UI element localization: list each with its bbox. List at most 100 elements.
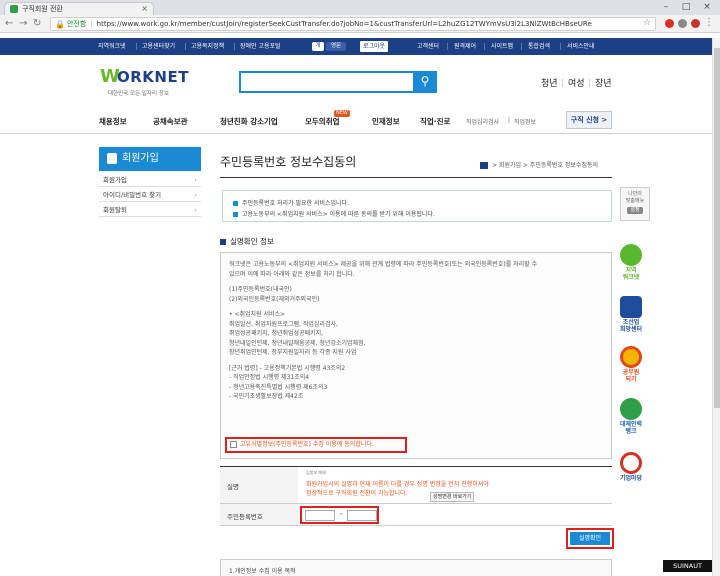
breadcrumb: > 회원가입 > 주민등록번호 정보수집동의: [480, 160, 598, 169]
ssn-label: 주민등록번호: [220, 504, 298, 525]
banner-regional-worknet[interactable]: 지역 워크넷: [616, 244, 646, 281]
ssn-back-input[interactable]: [347, 510, 377, 521]
logout-button[interactable]: 로그아웃: [360, 41, 389, 52]
util-link[interactable]: 통합검색: [528, 38, 550, 55]
url-field[interactable]: 🔒 안전함 | https://www.work.go.kr/member/cu…: [50, 17, 656, 31]
banner-bizinfo[interactable]: 기업마당: [616, 452, 646, 482]
nav-item[interactable]: 인재정보: [372, 116, 400, 127]
util-link[interactable]: 사이트맵: [491, 38, 513, 55]
banner-shipbuilding[interactable]: 조선업 희망센터: [616, 296, 646, 333]
settings-button[interactable]: 설정: [627, 207, 643, 214]
sidebar-item[interactable]: 아이디/비밀번호 찾기 ›: [99, 188, 201, 202]
agree-label: 고유식별정보(주민등록번호) 수집 이용에 동의합니다.: [240, 441, 374, 448]
regional-worknet-icon: [620, 244, 642, 266]
name-label: 실명: [220, 467, 298, 503]
segment-link[interactable]: 여성: [568, 76, 585, 89]
title-divider: [220, 177, 612, 178]
nav-item[interactable]: 공채속보관: [153, 116, 188, 127]
url-divider: |: [90, 20, 93, 28]
forward-icon[interactable]: →: [19, 18, 27, 30]
util-link[interactable]: 장애인 고용포털: [240, 38, 281, 55]
agree-checkbox-row[interactable]: 고유식별정보(주민등록번호) 수집 이용에 동의합니다.: [225, 437, 407, 453]
util-link[interactable]: 지역워크넷: [98, 38, 126, 55]
lock-icon: 🔒: [55, 19, 65, 29]
substitute-bank-icon: [620, 398, 642, 420]
logo-text[interactable]: ORKNET: [117, 69, 189, 85]
extension-icon[interactable]: [678, 19, 687, 28]
chevron-right-icon: ›: [194, 206, 197, 214]
info-box: 주민등록번호 처리가 필요한 서비스입니다. 고용노동부의 <취업지원 서비스>…: [222, 190, 612, 222]
site-favicon-icon: [10, 5, 18, 13]
verify-button-frame: 실명확인: [566, 528, 614, 549]
secure-label: 안전함: [66, 20, 87, 28]
search-icon[interactable]: ⚲: [413, 71, 437, 93]
segment-link[interactable]: 장년: [595, 76, 612, 89]
segment-link[interactable]: 청년: [541, 76, 558, 89]
collect-purpose-section: 1.개인정보 수집 이용 목적: [220, 559, 612, 576]
close-tab-icon[interactable]: ×: [141, 4, 148, 13]
home-icon[interactable]: [480, 162, 488, 169]
agree-checkbox[interactable]: [230, 441, 237, 448]
info-line: 주민등록번호 처리가 필요한 서비스입니다.: [233, 198, 349, 207]
menu-icon[interactable]: ⋮: [704, 17, 714, 29]
url-text: https://www.work.go.kr/member/custJoin/r…: [96, 20, 592, 28]
scrollbar[interactable]: [712, 38, 720, 576]
ssn-input-group: -: [300, 506, 379, 524]
nav-item[interactable]: 직업·진로: [420, 116, 450, 127]
chevron-right-icon: ›: [194, 176, 197, 184]
scrollbar-thumb[interactable]: [714, 48, 720, 408]
lang-toggle-left[interactable]: 개: [312, 42, 324, 51]
new-badge: NEW: [334, 110, 350, 117]
reload-icon[interactable]: ↻: [33, 18, 41, 30]
lang-toggle[interactable]: 영문: [326, 42, 346, 51]
utility-bar: 지역워크넷 고용센터찾기 고용복지정책 장애인 고용포털 개 영문 로그아웃 고…: [0, 38, 720, 55]
maximize-icon[interactable]: □: [676, 0, 696, 14]
watermark: SUINAUT: [663, 560, 712, 572]
banner-substitute-bank[interactable]: 대체인력 뱅크: [616, 398, 646, 435]
shipbuilding-icon: [620, 296, 642, 318]
civil-service-icon: [620, 346, 642, 368]
info-line: 고용노동부의 <취업지원 서비스> 이용에 따른 동의를 받기 위해 이용됩니다…: [233, 209, 435, 218]
sidebar-item[interactable]: 회원가입 ›: [99, 173, 201, 187]
chevron-right-icon: ›: [194, 191, 197, 199]
sidebar-item[interactable]: 회원탈퇴 ›: [99, 203, 201, 217]
tab-title: 구직회원 전환: [22, 5, 63, 13]
bizinfo-icon: [620, 452, 642, 474]
browser-tab[interactable]: 구직회원 전환 ×: [4, 2, 154, 15]
name-value: 김봉보 해제: [306, 470, 326, 475]
minimize-icon[interactable]: –: [656, 0, 676, 14]
nav-item[interactable]: 채용정보: [99, 116, 127, 127]
terms-box: 워크넷은 고용노동부의 <취업지원 서비스> 제공을 위해 관계 법령에 따라 …: [220, 252, 612, 459]
util-link[interactable]: 고용복지정책: [191, 38, 224, 55]
extension-icon[interactable]: [691, 19, 700, 28]
nav-small-link[interactable]: 직업심리검사: [466, 117, 499, 126]
banner-civil-service[interactable]: 공무원 되기: [616, 346, 646, 383]
section-title: 실명확인 정보: [220, 236, 274, 247]
back-icon[interactable]: ←: [5, 18, 13, 30]
job-apply-button[interactable]: 구직 신청 >: [566, 111, 612, 129]
nav-item[interactable]: 모두의취업: [305, 116, 340, 127]
verify-button[interactable]: 실명확인: [570, 532, 610, 545]
section-icon: [220, 239, 226, 245]
sidebar-heading-label: 회원가입: [122, 153, 159, 164]
form-row-name: 실명 김봉보 해제 회원가입시의 실명과 현재 이름이 다를 경우 성명 변경을…: [220, 467, 612, 504]
ssn-front-input[interactable]: [305, 510, 335, 521]
form-row-ssn: 주민등록번호 -: [220, 504, 612, 526]
lock-icon: [107, 152, 117, 164]
extension-icon[interactable]: [665, 19, 674, 28]
my-menu-card[interactable]: 나만의 맞춤메뉴 설정: [620, 187, 650, 221]
close-window-icon[interactable]: ×: [697, 0, 717, 14]
bookmark-star-icon[interactable]: ☆: [643, 18, 651, 28]
nav-small-link[interactable]: 직업정보: [514, 117, 536, 126]
util-link[interactable]: 고객센터: [417, 38, 439, 55]
util-link[interactable]: 고용센터찾기: [142, 38, 175, 55]
search-input[interactable]: [239, 71, 437, 93]
util-link[interactable]: 서비스안내: [567, 38, 595, 55]
name-change-button[interactable]: 성명변경 바로가기: [430, 492, 475, 502]
logo-tagline: 대한민국 모든 일자리 정보: [108, 91, 169, 97]
address-bar-row: ← → ↻ 🔒 안전함 | https://www.work.go.kr/mem…: [0, 15, 720, 33]
nav-item[interactable]: 청년친화 강소기업: [220, 116, 278, 127]
page-title: 주민등록번호 정보수집동의: [220, 155, 357, 169]
util-link[interactable]: 원격제어: [454, 38, 476, 55]
browser-tabbar: 구직회원 전환 × – □ ×: [0, 0, 720, 15]
